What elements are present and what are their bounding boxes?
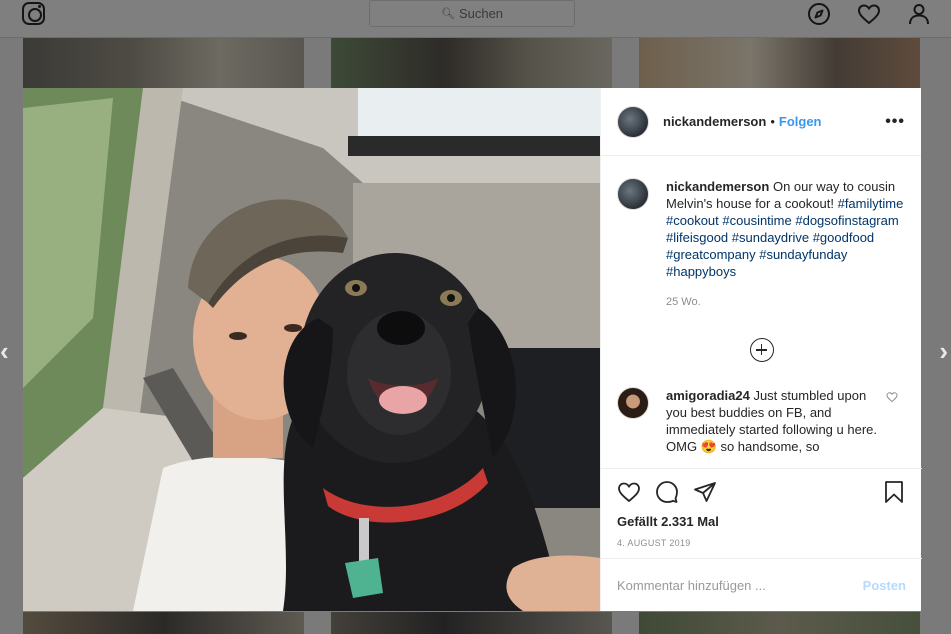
- search-input[interactable]: 🔍︎ Suchen: [369, 0, 575, 27]
- grid-thumbnail[interactable]: [331, 612, 612, 634]
- comment-input[interactable]: [617, 577, 863, 593]
- like-comment-heart-icon[interactable]: [886, 391, 898, 403]
- avatar[interactable]: [617, 387, 649, 419]
- save-bookmark-icon[interactable]: [882, 480, 906, 504]
- explore-icon[interactable]: [807, 2, 831, 26]
- caption: nickandemerson On our way to cousin Melv…: [617, 178, 906, 311]
- comment-username[interactable]: amigoradia24: [666, 388, 750, 403]
- post-username[interactable]: nickandemerson: [663, 114, 766, 129]
- share-send-icon[interactable]: [693, 480, 717, 504]
- comments-section[interactable]: nickandemerson On our way to cousin Melv…: [601, 156, 922, 468]
- previous-post-arrow-icon[interactable]: ‹: [0, 338, 9, 364]
- post-photo: [23, 88, 600, 611]
- grid-thumbnail[interactable]: [639, 38, 920, 88]
- follow-button[interactable]: Folgen: [779, 114, 822, 129]
- grid-thumbnail[interactable]: [331, 38, 612, 88]
- likes-count[interactable]: Gefällt 2.331 Mal: [617, 514, 906, 529]
- post-comment-button[interactable]: Posten: [863, 578, 906, 593]
- grid-thumbnail[interactable]: [23, 612, 304, 634]
- post-header: nickandemerson • Folgen •••: [601, 88, 921, 156]
- like-heart-icon[interactable]: [617, 480, 641, 504]
- activity-heart-icon[interactable]: [857, 2, 881, 26]
- comment-item: amigoradia24 Just stumbled upon you best…: [617, 387, 906, 455]
- separator-dot: •: [770, 114, 775, 129]
- avatar[interactable]: [617, 105, 649, 138]
- caption-username[interactable]: nickandemerson: [666, 179, 769, 194]
- more-options-icon[interactable]: •••: [885, 113, 905, 131]
- post-modal: nickandemerson • Folgen ••• nickandemers…: [23, 88, 922, 611]
- search-icon: 🔍︎: [440, 8, 455, 20]
- post-actions: Gefällt 2.331 Mal 4. AUGUST 2019: [601, 468, 922, 558]
- add-comment-bar: Posten: [601, 558, 922, 611]
- load-more-comments-icon[interactable]: [749, 338, 774, 362]
- grid-thumbnail[interactable]: [639, 612, 920, 634]
- caption-timestamp: 25 Wo.: [666, 296, 701, 308]
- profile-icon[interactable]: [907, 2, 931, 26]
- post-sidebar: nickandemerson • Folgen ••• nickandemers…: [600, 88, 922, 611]
- post-date: 4. AUGUST 2019: [617, 538, 691, 548]
- comment-bubble-icon[interactable]: [655, 480, 679, 504]
- avatar[interactable]: [617, 178, 649, 210]
- top-navigation: 🔍︎ Suchen: [0, 0, 951, 38]
- instagram-logo-icon[interactable]: [22, 2, 45, 25]
- search-placeholder: Suchen: [458, 6, 504, 21]
- next-post-arrow-icon[interactable]: ›: [939, 338, 948, 364]
- grid-thumbnail[interactable]: [23, 38, 304, 88]
